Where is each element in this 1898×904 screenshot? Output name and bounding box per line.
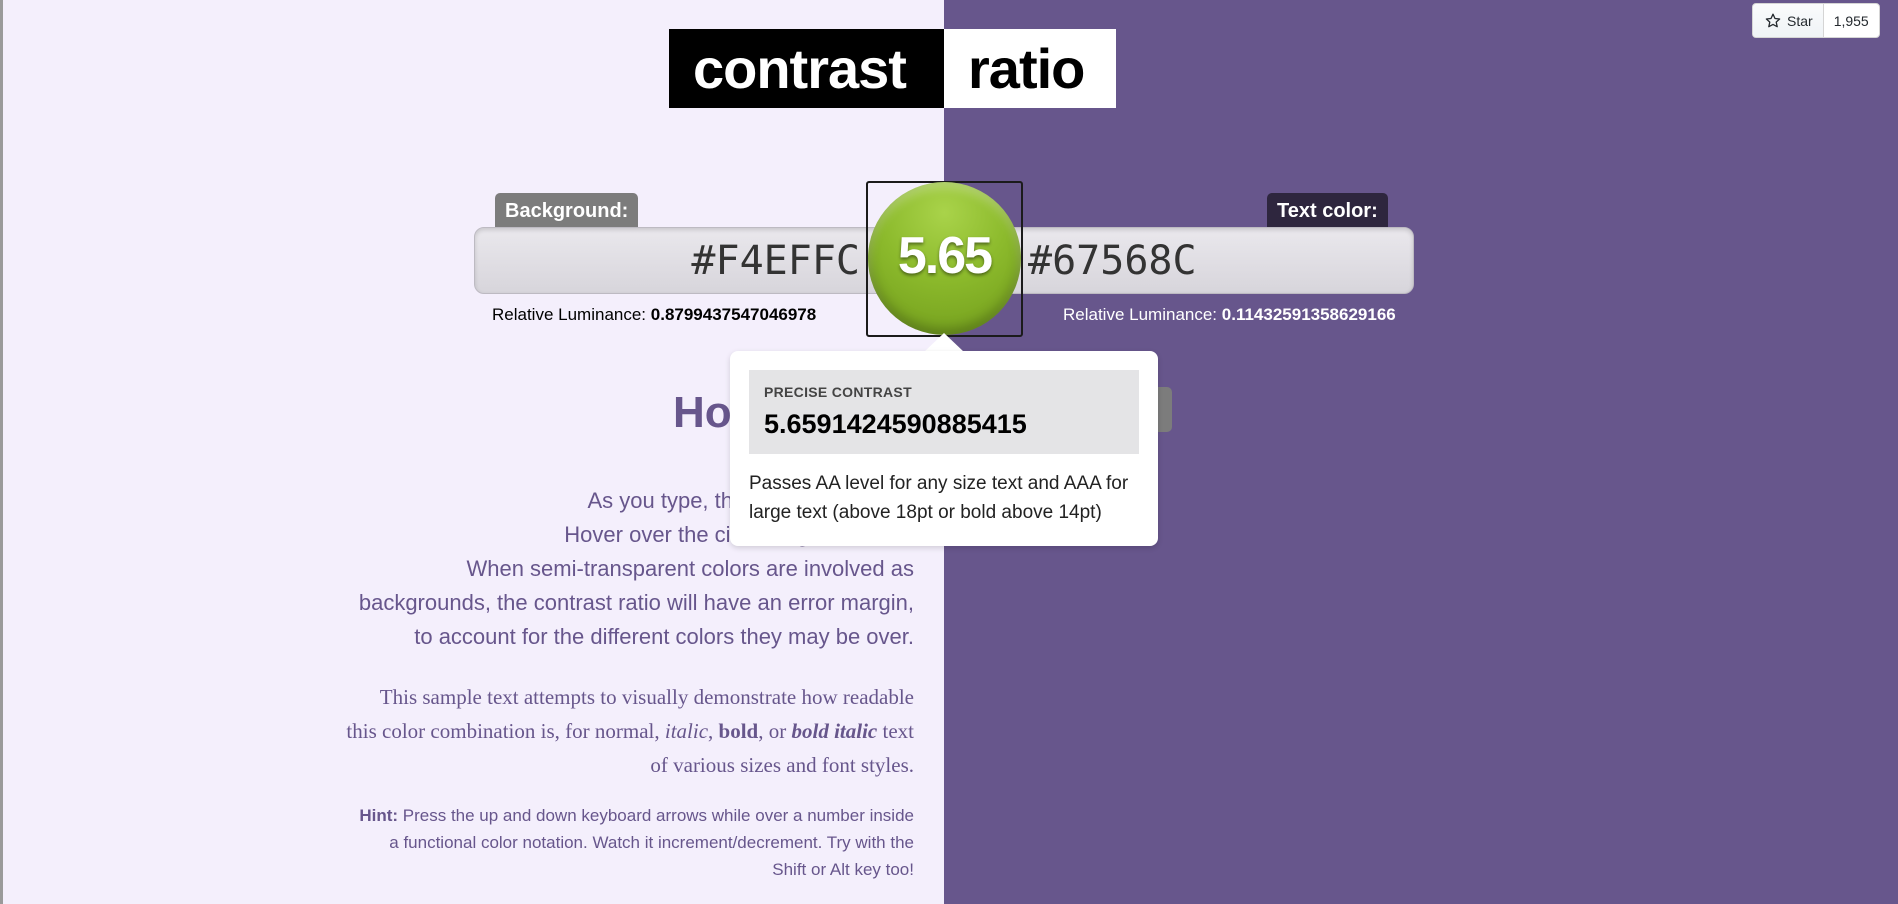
logo-part-ratio: ratio (944, 29, 1116, 108)
text-color-label: Text color: (1267, 193, 1388, 229)
sample-line: this color combination is, for normal, i… (274, 714, 914, 748)
sample-line: of various sizes and font styles. (650, 753, 914, 777)
sample-text-bold-italic: bold italic (791, 719, 878, 743)
hint-line: a functional color notation. Watch it in… (389, 833, 914, 852)
precise-contrast-caption: PRECISE CONTRAST (764, 384, 912, 400)
sample-text-sep: , or (758, 719, 792, 743)
section-heading: Ho (673, 388, 732, 437)
background-luminance-label: Relative Luminance: (492, 305, 647, 324)
text-color-input[interactable] (1028, 230, 1328, 292)
tooltip-line: Passes AA level for any size text and AA… (749, 473, 1129, 494)
github-star-count[interactable]: 1,955 (1824, 4, 1879, 37)
hint-paragraph: Hint: Press the up and down keyboard arr… (274, 802, 914, 883)
tooltip-level-text: Passes AA level for any size text and AA… (749, 469, 1149, 527)
background-luminance-value: 0.8799437547046978 (650, 305, 817, 324)
contrast-ratio-value: 5.65 (897, 227, 993, 285)
sample-text-bold: bold (718, 719, 759, 743)
intro-line: When semi-transparent colors are involve… (466, 556, 914, 581)
background-color-input[interactable] (560, 230, 860, 292)
sample-text-normal: this color combination is, for normal, (346, 719, 665, 743)
background-label: Background: (495, 193, 639, 229)
sample-text: This sample text attempts to visually de… (274, 680, 914, 782)
hint-line: Shift or Alt key too! (772, 860, 914, 879)
site-logo: contrast ratio (669, 29, 1116, 108)
text-luminance: Relative Luminance: 0.11432591358629166 (1063, 305, 1396, 325)
github-star-label: Star (1787, 12, 1813, 29)
intro-line: to account for the different colors they… (414, 624, 914, 649)
text-luminance-value: 0.11432591358629166 (1221, 305, 1396, 324)
hint-text: Press the up and down keyboard arrows wh… (398, 806, 914, 825)
sample-text-italic: italic (664, 719, 709, 743)
tooltip-line: large text (above 18pt or bold above 14p… (749, 502, 1102, 523)
window-edge (0, 0, 3, 904)
background-luminance: Relative Luminance: 0.8799437547046978 (492, 305, 816, 325)
hint-label: Hint: (359, 806, 399, 825)
star-icon (1765, 13, 1781, 27)
intro-line: backgrounds, the contrast ratio will hav… (358, 590, 914, 615)
sample-line: This sample text attempts to visually de… (379, 685, 914, 709)
sample-text-end: text (877, 719, 915, 743)
sample-text-sep: , (708, 719, 719, 743)
hint-line: Hint: Press the up and down keyboard arr… (274, 802, 914, 829)
text-luminance-label: Relative Luminance: (1063, 305, 1218, 324)
precise-contrast-value: 5.6591424590885415 (764, 409, 1027, 439)
github-star-widget: Star 1,955 (1752, 3, 1880, 38)
logo-part-contrast: contrast (669, 29, 944, 108)
tooltip-arrow (924, 333, 964, 352)
github-star-button[interactable]: Star (1753, 4, 1824, 37)
